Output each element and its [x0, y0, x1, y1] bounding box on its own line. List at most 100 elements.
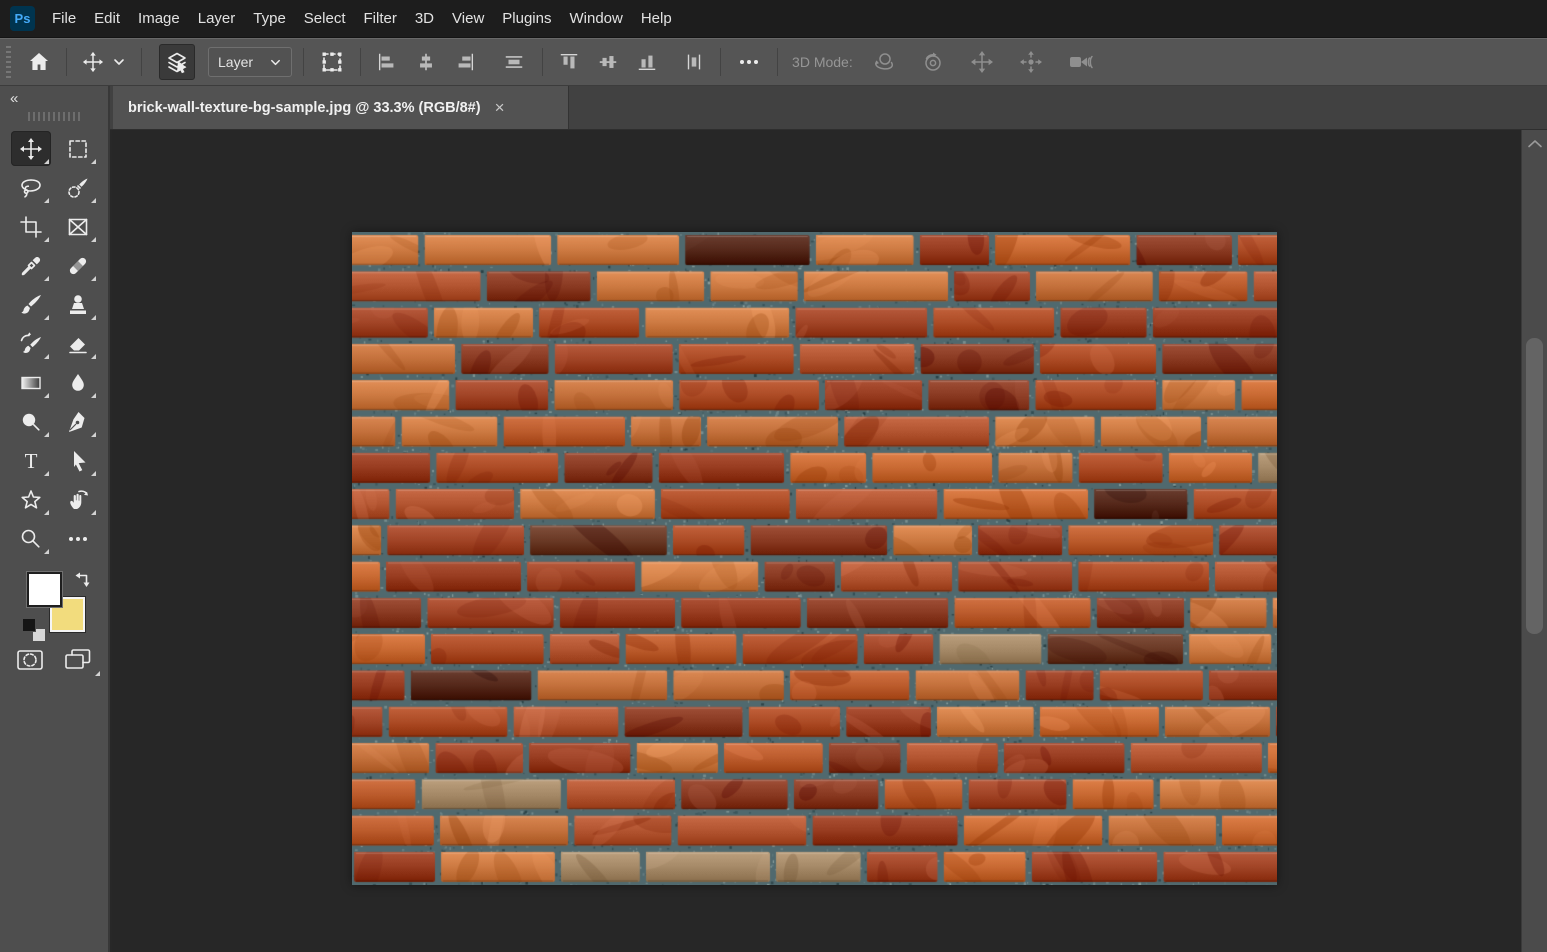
rotate-view-tool[interactable] — [54, 480, 101, 519]
separator — [777, 48, 778, 76]
orbit-icon — [871, 49, 897, 75]
separator — [360, 48, 361, 76]
menu-file[interactable]: File — [43, 0, 85, 38]
frame-tool[interactable] — [54, 207, 101, 246]
zoom-tool[interactable] — [7, 519, 54, 558]
frame-icon — [66, 215, 90, 239]
foreground-color-swatch[interactable] — [27, 572, 62, 607]
menu-plugins[interactable]: Plugins — [493, 0, 560, 38]
dolly-3d-camera-button[interactable] — [1063, 49, 1099, 75]
quick-mask-icon — [15, 647, 45, 673]
distribute-horizontal-button[interactable] — [679, 51, 709, 73]
home-icon — [27, 50, 51, 74]
menu-help[interactable]: Help — [632, 0, 681, 38]
auto-select-target-dropdown[interactable]: Layer — [208, 47, 292, 77]
chevron-down-icon — [269, 56, 282, 69]
crop-tool[interactable] — [7, 207, 54, 246]
menu-filter[interactable]: Filter — [355, 0, 406, 38]
align-right-edges-button[interactable] — [450, 51, 480, 73]
magnifier-icon — [18, 526, 44, 552]
auto-select-toggle[interactable] — [159, 44, 195, 80]
chevron-up-icon — [1526, 138, 1544, 150]
eraser-icon — [65, 331, 91, 357]
lasso-tool[interactable] — [7, 168, 54, 207]
eyedropper-tool[interactable] — [7, 246, 54, 285]
tab-close-button[interactable]: × — [495, 99, 505, 116]
move-tool-preset-button[interactable] — [78, 51, 130, 73]
marquee-tool[interactable] — [54, 129, 101, 168]
document-tab-title: brick-wall-texture-bg-sample.jpg @ 33.3%… — [128, 100, 481, 116]
svg-text:T: T — [24, 449, 37, 473]
swap-arrows-icon — [73, 569, 93, 589]
move-tool[interactable] — [7, 129, 54, 168]
align-horizontal-group — [372, 51, 531, 73]
menu-layer[interactable]: Layer — [189, 0, 245, 38]
collapse-panel-button[interactable]: « — [10, 90, 19, 107]
marquee-icon — [66, 137, 90, 161]
scrollbar-thumb[interactable] — [1526, 338, 1543, 634]
align-top-edges-button[interactable] — [554, 51, 584, 73]
default-foreground-swatch — [23, 619, 35, 631]
threed-mode-group — [867, 49, 1099, 75]
screen-mode-button[interactable] — [62, 646, 94, 674]
eraser-tool[interactable] — [54, 324, 101, 363]
options-bar-grip[interactable] — [6, 46, 11, 78]
canvas-area[interactable] — [112, 130, 1521, 952]
blur-tool[interactable] — [54, 363, 101, 402]
show-transform-controls-toggle[interactable] — [315, 49, 349, 75]
history-brush-tool[interactable] — [7, 324, 54, 363]
options-bar: Layer — [0, 38, 1547, 86]
separator — [141, 48, 142, 76]
type-tool[interactable]: T — [7, 441, 54, 480]
screen-mode-icon — [62, 646, 94, 674]
gradient-tool[interactable] — [7, 363, 54, 402]
pen-tool[interactable] — [54, 402, 101, 441]
menu-view[interactable]: View — [443, 0, 493, 38]
document-tab[interactable]: brick-wall-texture-bg-sample.jpg @ 33.3%… — [113, 86, 569, 129]
menu-select[interactable]: Select — [295, 0, 355, 38]
align-vertical-centers-button[interactable] — [497, 51, 531, 73]
document-canvas-brick-wall-image[interactable] — [352, 232, 1277, 885]
align-left-edges-button[interactable] — [372, 51, 402, 73]
quick-selection-tool[interactable] — [54, 168, 101, 207]
pan-3d-camera-button[interactable] — [965, 49, 999, 75]
separator — [542, 48, 543, 76]
slide-3d-camera-button[interactable] — [1014, 49, 1048, 75]
crop-icon — [19, 215, 43, 239]
brush-tool[interactable] — [7, 285, 54, 324]
roll-icon — [920, 49, 946, 75]
menu-image[interactable]: Image — [129, 0, 189, 38]
menu-type[interactable]: Type — [244, 0, 295, 38]
align-bottom-edges-button[interactable] — [632, 51, 662, 73]
clone-stamp-icon — [65, 292, 91, 318]
align-horizontal-centers-button[interactable] — [411, 51, 441, 73]
orbit-3d-camera-button[interactable] — [867, 49, 901, 75]
shape-tool[interactable] — [7, 480, 54, 519]
hand-rotate-icon — [65, 487, 91, 513]
path-selection-tool[interactable] — [54, 441, 101, 480]
panel-grip[interactable] — [28, 112, 80, 121]
align-middle-button[interactable] — [593, 51, 623, 73]
home-button[interactable] — [23, 50, 55, 74]
vertical-scrollbar[interactable] — [1521, 130, 1547, 952]
menu-edit[interactable]: Edit — [85, 0, 129, 38]
edit-toolbar-button[interactable] — [54, 519, 101, 558]
menu-window[interactable]: Window — [560, 0, 631, 38]
pen-nib-icon — [65, 409, 91, 435]
type-icon: T — [19, 449, 43, 473]
history-brush-icon — [18, 331, 44, 357]
separator — [720, 48, 721, 76]
dodge-tool[interactable] — [7, 402, 54, 441]
quick-mask-button[interactable] — [15, 647, 45, 673]
clone-stamp-tool[interactable] — [54, 285, 101, 324]
swap-colors-button[interactable] — [73, 569, 93, 589]
custom-shape-icon — [18, 487, 44, 513]
spot-healing-brush-tool[interactable] — [54, 246, 101, 285]
tool-grid: T — [0, 129, 108, 558]
more-align-options-button[interactable] — [732, 51, 766, 73]
default-colors-button[interactable] — [23, 619, 45, 641]
scroll-up-button[interactable] — [1526, 138, 1544, 150]
roll-3d-camera-button[interactable] — [916, 49, 950, 75]
menu-3d[interactable]: 3D — [406, 0, 443, 38]
menu-bar: Ps File Edit Image Layer Type Select Fil… — [0, 0, 1547, 38]
